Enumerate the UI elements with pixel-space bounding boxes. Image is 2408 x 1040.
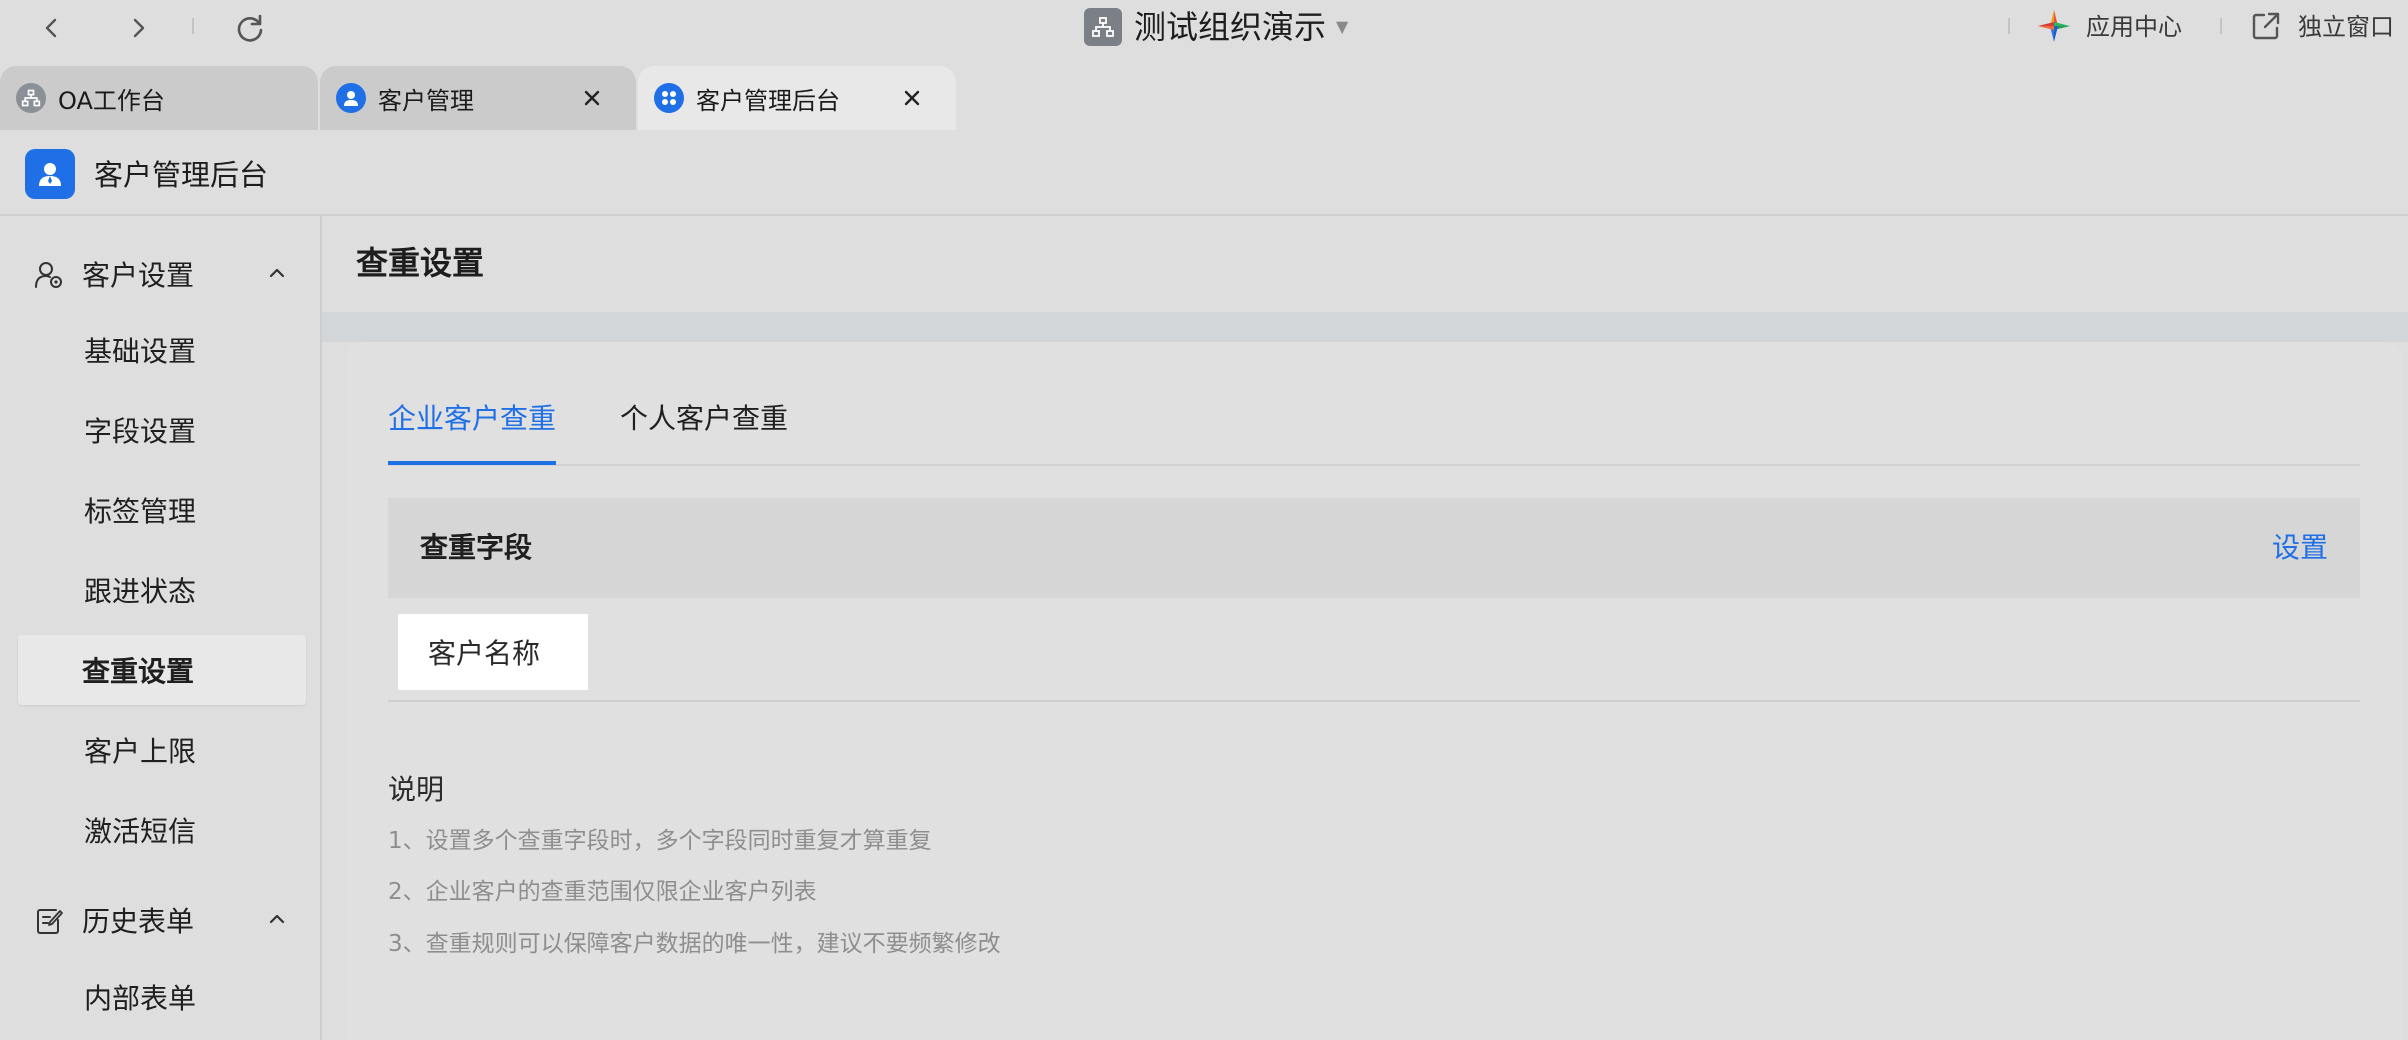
grid-icon — [654, 83, 684, 113]
chevron-right-icon — [133, 18, 145, 38]
field-chip: 客户名称 — [398, 614, 588, 690]
refresh-icon — [237, 14, 263, 42]
divider — [2220, 18, 2222, 34]
notes-title: 说明 — [388, 773, 445, 806]
app-center-logo-icon[interactable] — [2036, 8, 2072, 44]
note-item: 2、企业客户的查重范围仅限企业客户列表 — [388, 879, 817, 905]
standalone-window-link[interactable]: 独立窗口 — [2298, 4, 2394, 50]
user-icon — [336, 83, 366, 113]
app-center-link[interactable]: 应用中心 — [2086, 4, 2182, 50]
org-switcher-icon[interactable] — [1084, 8, 1122, 46]
chevron-up-icon — [266, 908, 288, 930]
page-title: 查重设置 — [356, 244, 485, 282]
page-header — [322, 216, 2408, 312]
sidebar-item-customer-limit[interactable]: 客户上限 — [20, 715, 304, 785]
sidebar-item-field-settings[interactable]: 字段设置 — [20, 395, 304, 465]
tab-customer-management[interactable]: 客户管理 — [320, 66, 636, 130]
tab-label: OA工作台 — [58, 86, 165, 115]
open-external-icon[interactable] — [2250, 10, 2282, 42]
sidebar-item-follow-status[interactable]: 跟进状态 — [20, 555, 304, 625]
customer-settings-icon — [34, 260, 64, 290]
chevron-up-icon — [266, 262, 288, 284]
tab-oa-workbench[interactable]: OA工作台 — [0, 66, 318, 130]
close-icon[interactable] — [578, 84, 606, 112]
tab-label: 客户管理后台 — [696, 86, 840, 115]
org-tree-icon — [1092, 17, 1114, 37]
app-title: 客户管理后台 — [94, 158, 269, 192]
sidebar-item-label: 内部表单 — [84, 982, 197, 1015]
divider — [2008, 18, 2010, 34]
forward-button[interactable] — [116, 6, 160, 50]
sidebar-item-internal-forms[interactable]: 内部表单 — [20, 962, 304, 1032]
dedup-field-row — [388, 598, 2360, 702]
sidebar-item-activation-sms[interactable]: 激活短信 — [20, 795, 304, 865]
sidebar-item-label: 标签管理 — [84, 495, 197, 528]
sidebar-group-label: 历史表单 — [82, 905, 195, 938]
sidebar-item-label: 激活短信 — [84, 815, 197, 848]
dedup-field-header — [388, 498, 2360, 598]
settings-link[interactable]: 设置 — [2272, 526, 2328, 570]
back-button[interactable] — [30, 6, 74, 50]
app-logo-icon — [25, 149, 75, 199]
sidebar-item-label: 字段设置 — [84, 415, 197, 448]
note-item: 1、设置多个查重字段时，多个字段同时重复才算重复 — [388, 828, 932, 854]
sidebar-item-basic-settings[interactable]: 基础设置 — [20, 315, 304, 385]
sidebar-group-customer-settings[interactable]: 客户设置 — [0, 244, 320, 304]
tab-label: 客户管理 — [378, 86, 474, 115]
org-name[interactable]: 测试组织演示 — [1134, 4, 1326, 50]
tab-enterprise-dedup[interactable]: 企业客户查重 — [388, 396, 556, 442]
dedup-field-title: 查重字段 — [420, 531, 533, 564]
content-gap — [322, 312, 2408, 342]
sidebar-item-label: 跟进状态 — [84, 575, 197, 608]
tab-customer-admin[interactable]: 客户管理后台 — [638, 66, 956, 130]
sidebar-item-dedup-settings[interactable]: 查重设置 — [18, 635, 306, 705]
note-item: 3、查重规则可以保障客户数据的唯一性，建议不要频繁修改 — [388, 931, 1001, 957]
sidebar-group-label: 客户设置 — [82, 259, 195, 292]
refresh-button[interactable] — [228, 6, 272, 50]
sidebar-item-label: 基础设置 — [84, 335, 197, 368]
sidebar-item-label: 查重设置 — [82, 655, 195, 688]
chevron-left-icon — [45, 18, 57, 38]
sidebar-item-tag-management[interactable]: 标签管理 — [20, 475, 304, 545]
form-edit-icon — [34, 906, 64, 936]
tab-personal-dedup[interactable]: 个人客户查重 — [620, 396, 788, 442]
org-icon — [16, 83, 46, 113]
divider — [192, 18, 194, 34]
active-tab-indicator — [388, 461, 556, 465]
sidebar-item-label: 客户上限 — [84, 735, 197, 768]
sidebar-group-history-forms[interactable]: 历史表单 — [0, 890, 320, 950]
caret-down-icon[interactable]: ▼ — [1336, 10, 1348, 44]
close-icon[interactable] — [898, 84, 926, 112]
app-header — [0, 130, 2408, 216]
